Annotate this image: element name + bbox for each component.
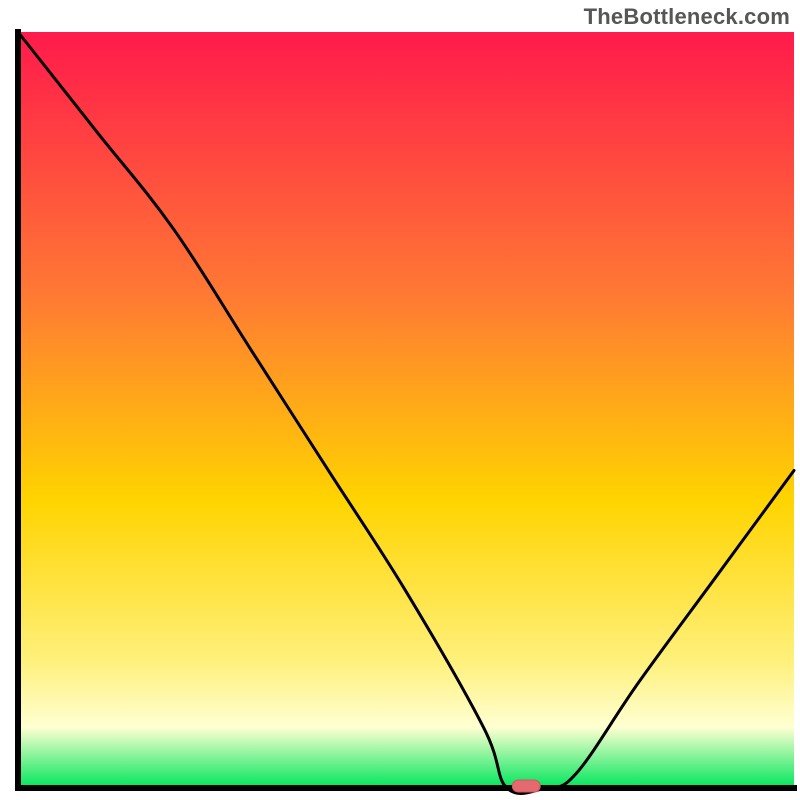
chart-container: TheBottleneck.com [0, 0, 800, 800]
gradient-background [18, 32, 794, 788]
optimal-marker [512, 780, 540, 792]
plot-area [18, 32, 794, 794]
bottleneck-chart [0, 0, 800, 800]
